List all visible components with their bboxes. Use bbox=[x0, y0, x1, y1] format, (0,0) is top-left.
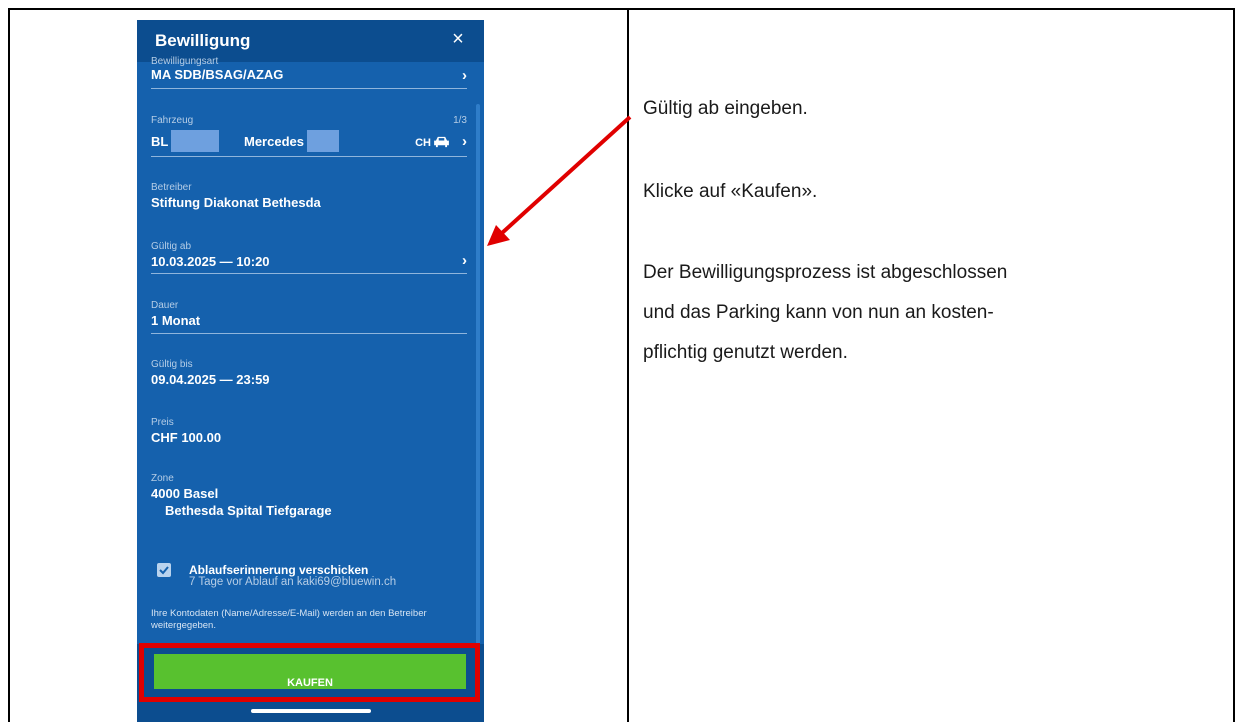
price-value: CHF 100.00 bbox=[151, 430, 222, 445]
instruction-step-1: Gültig ab eingeben. bbox=[643, 98, 808, 119]
phone-screen: Bewilligung × Bewilligungsart MA SDB/BSA… bbox=[137, 20, 484, 722]
plate-redaction bbox=[171, 130, 219, 152]
permit-type-label: Bewilligungsart bbox=[151, 56, 219, 67]
zone-label: Zone bbox=[151, 473, 174, 484]
valid-from-value: 10.03.2025 — 10:20 bbox=[151, 254, 270, 269]
reminder-title: Ablaufserinnerung verschicken bbox=[189, 563, 369, 577]
valid-until-label: Gültig bis bbox=[151, 359, 193, 370]
field-divider bbox=[151, 88, 467, 89]
zone-value: 4000 Basel bbox=[151, 486, 219, 501]
vehicle-field[interactable]: Fahrzeug 1/3 BL Mercedes CH › bbox=[151, 115, 467, 157]
field-divider bbox=[151, 156, 467, 157]
field-divider bbox=[151, 333, 467, 334]
instruction-step-3-line-2: und das Parking kann von nun an kosten- bbox=[643, 302, 994, 323]
buy-button-highlight bbox=[139, 643, 480, 702]
duration-value: 1 Monat bbox=[151, 313, 201, 328]
zone-detail: Bethesda Spital Tiefgarage bbox=[165, 503, 332, 518]
price-label: Preis bbox=[151, 417, 174, 428]
permit-type-field[interactable]: Bewilligungsart MA SDB/BSAG/AZAG › bbox=[151, 56, 467, 89]
home-indicator[interactable] bbox=[251, 709, 371, 713]
reminder-checkbox[interactable] bbox=[157, 563, 171, 577]
operator-label: Betreiber bbox=[151, 182, 192, 193]
car-icon bbox=[434, 136, 449, 148]
vehicle-country: CH bbox=[415, 137, 431, 149]
duration-field[interactable]: Dauer 1 Monat bbox=[151, 300, 467, 334]
dialog-title: Bewilligung bbox=[155, 31, 251, 50]
chevron-right-icon: › bbox=[462, 133, 467, 150]
valid-from-field[interactable]: Gültig ab 10.03.2025 — 10:20 › bbox=[151, 241, 467, 274]
instruction-step-2: Klicke auf «Kaufen». bbox=[643, 181, 818, 202]
table-cell-divider bbox=[627, 8, 629, 722]
account-data-disclaimer: Ihre Kontodaten (Name/Adresse/E-Mail) we… bbox=[151, 608, 427, 631]
checkmark-icon bbox=[159, 566, 169, 575]
vehicle-label: Fahrzeug bbox=[151, 115, 194, 126]
valid-until-value: 09.04.2025 — 23:59 bbox=[151, 372, 270, 387]
vehicle-counter: 1/3 bbox=[453, 115, 467, 126]
duration-label: Dauer bbox=[151, 300, 179, 311]
scrollbar[interactable] bbox=[476, 104, 480, 664]
close-icon[interactable]: × bbox=[446, 27, 470, 51]
operator-value: Stiftung Diakonat Bethesda bbox=[151, 195, 321, 210]
permit-type-value: MA SDB/BSAG/AZAG bbox=[151, 67, 284, 82]
zone-field: Zone 4000 Basel Bethesda Spital Tiefgara… bbox=[151, 473, 467, 518]
field-divider bbox=[151, 273, 467, 274]
chevron-right-icon: › bbox=[462, 67, 467, 84]
vehicle-make: Mercedes bbox=[244, 134, 304, 149]
instruction-step-3-line-3: pflichtig genutzt werden. bbox=[643, 342, 848, 363]
instruction-step-3-line-1: Der Bewilligungsprozess ist abgeschlosse… bbox=[643, 262, 1008, 283]
reminder-subtitle: 7 Tage vor Ablauf an kaki69@bluewin.ch bbox=[189, 576, 397, 588]
price-field: Preis CHF 100.00 bbox=[151, 417, 467, 445]
vehicle-plate: BL bbox=[151, 134, 169, 149]
valid-until-field: Gültig bis 09.04.2025 — 23:59 bbox=[151, 359, 467, 387]
make-redaction bbox=[307, 130, 339, 152]
operator-field: Betreiber Stiftung Diakonat Bethesda bbox=[151, 182, 467, 210]
valid-from-label: Gültig ab bbox=[151, 241, 192, 252]
chevron-right-icon: › bbox=[462, 252, 467, 269]
